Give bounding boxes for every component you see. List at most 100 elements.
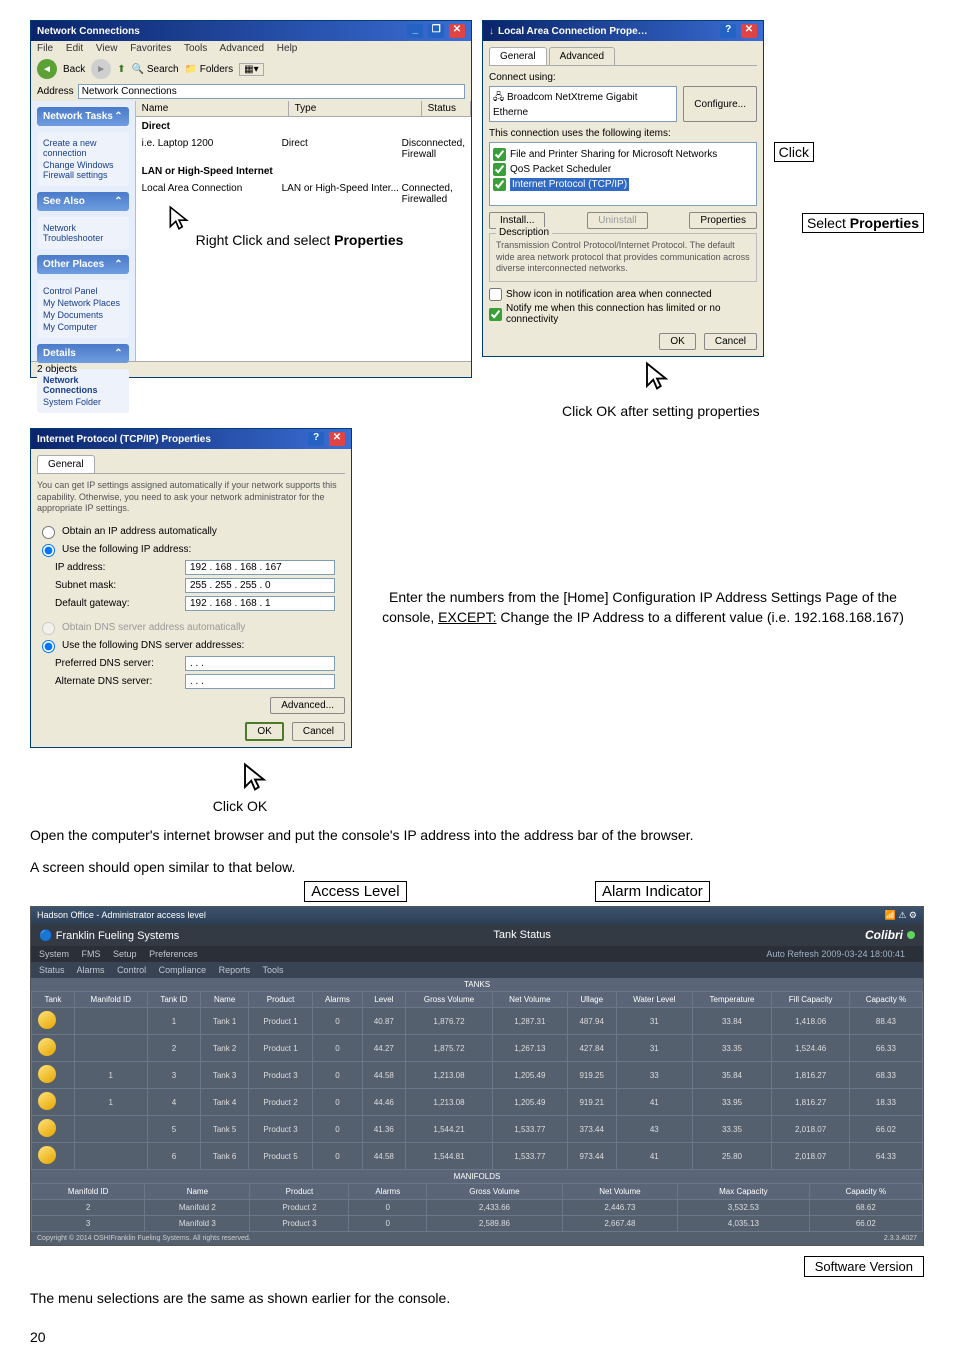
- tcpip-titlebar[interactable]: Internet Protocol (TCP/IP) Properties ? …: [31, 429, 351, 449]
- tab-general[interactable]: General: [489, 47, 547, 65]
- forward-button[interactable]: ►: [91, 59, 111, 79]
- menu-fms[interactable]: FMS: [82, 949, 101, 959]
- table-row[interactable]: 14Tank 4Product 2044.461,213.081,205.499…: [32, 1089, 923, 1116]
- sidebar-item-mycomp[interactable]: My Computer: [43, 322, 123, 332]
- table-row[interactable]: 6Tank 6Product 5044.581,544.811,533.7797…: [32, 1143, 923, 1170]
- menu-favorites[interactable]: Favorites: [130, 43, 171, 54]
- col-header[interactable]: Name: [145, 1184, 250, 1200]
- col-header[interactable]: Alarms: [312, 992, 362, 1008]
- sidebar-item-cp[interactable]: Control Panel: [43, 286, 123, 296]
- table-row[interactable]: 3Manifold 3Product 302,589.862,667.484,0…: [32, 1216, 923, 1232]
- submenu-status[interactable]: Status: [39, 965, 65, 975]
- sidebar-item-create[interactable]: Create a new connection: [43, 138, 123, 158]
- submenu-reports[interactable]: Reports: [219, 965, 251, 975]
- col-header[interactable]: Gross Volume: [427, 1184, 563, 1200]
- chk-item1[interactable]: [493, 148, 506, 161]
- menubar[interactable]: File Edit View Favorites Tools Advanced …: [31, 41, 471, 56]
- details-panel[interactable]: Details⌃: [37, 344, 129, 363]
- configure-button[interactable]: Configure...: [683, 86, 757, 122]
- views-button[interactable]: ▦▾: [239, 63, 263, 76]
- submenu-compliance[interactable]: Compliance: [159, 965, 207, 975]
- radio-auto-ip[interactable]: [42, 526, 55, 539]
- col-type[interactable]: Type: [289, 101, 422, 116]
- table-row[interactable]: 2Tank 2Product 1044.271,875.721,267.1342…: [32, 1035, 923, 1062]
- menu-help[interactable]: Help: [277, 43, 298, 54]
- col-header[interactable]: Manifold ID: [74, 992, 147, 1008]
- col-header[interactable]: Tank ID: [147, 992, 200, 1008]
- subnet-mask-input[interactable]: 255 . 255 . 255 . 0: [185, 578, 335, 593]
- sub-menu[interactable]: Status Alarms Control Compliance Reports…: [31, 962, 923, 978]
- ok-button[interactable]: OK: [659, 333, 695, 350]
- connection-row-laptop[interactable]: i.e. Laptop 1200 Direct Disconnected, Fi…: [136, 136, 471, 162]
- props-titlebar[interactable]: ↓Local Area Connection Prope… ? ✕: [483, 21, 763, 41]
- help-icon[interactable]: ?: [720, 24, 736, 38]
- menu-advanced[interactable]: Advanced: [220, 43, 264, 54]
- chk-item2[interactable]: [493, 163, 506, 176]
- submenu-alarms[interactable]: Alarms: [77, 965, 105, 975]
- table-row[interactable]: 5Tank 5Product 3041.361,544.211,533.7737…: [32, 1116, 923, 1143]
- chk-showicon[interactable]: [489, 288, 502, 301]
- table-row[interactable]: 2Manifold 2Product 202,433.662,446.733,5…: [32, 1200, 923, 1216]
- sidebar-item-mydocs[interactable]: My Documents: [43, 310, 123, 320]
- adns-input[interactable]: . . .: [185, 674, 335, 689]
- close-icon[interactable]: ✕: [741, 24, 757, 38]
- col-header[interactable]: Fill Capacity: [772, 992, 850, 1008]
- close-icon[interactable]: ✕: [329, 432, 345, 446]
- col-header[interactable]: Net Volume: [562, 1184, 677, 1200]
- tab-advanced[interactable]: Advanced: [549, 47, 615, 65]
- radio-manual-dns[interactable]: [42, 640, 55, 653]
- table-row[interactable]: 1Tank 1Product 1040.871,876.721,287.3148…: [32, 1008, 923, 1035]
- col-header[interactable]: Water Level: [616, 992, 692, 1008]
- back-button[interactable]: ◄: [37, 59, 57, 79]
- menu-tools[interactable]: Tools: [184, 43, 207, 54]
- folders-button[interactable]: Folders: [200, 64, 233, 75]
- top-menu[interactable]: System FMS Setup Preferences Auto Refres…: [31, 946, 923, 962]
- col-header[interactable]: Max Capacity: [678, 1184, 810, 1200]
- chk-item3[interactable]: [493, 178, 506, 191]
- col-header[interactable]: Capacity %: [809, 1184, 922, 1200]
- radio-manual-ip[interactable]: [42, 544, 55, 557]
- col-header[interactable]: Product: [249, 992, 313, 1008]
- close-icon[interactable]: ✕: [449, 24, 465, 38]
- menu-file[interactable]: File: [37, 43, 53, 54]
- sidebar-item-firewall[interactable]: Change Windows Firewall settings: [43, 160, 123, 180]
- col-header[interactable]: Tank: [32, 992, 75, 1008]
- col-status[interactable]: Status: [422, 101, 471, 116]
- menu-edit[interactable]: Edit: [66, 43, 83, 54]
- col-header[interactable]: Net Volume: [493, 992, 567, 1008]
- menu-system[interactable]: System: [39, 949, 69, 959]
- advanced-button[interactable]: Advanced...: [270, 697, 345, 714]
- menu-preferences[interactable]: Preferences: [149, 949, 198, 959]
- table-row[interactable]: 13Tank 3Product 3044.581,213.081,205.499…: [32, 1062, 923, 1089]
- cancel-button[interactable]: Cancel: [704, 333, 757, 350]
- tab-general[interactable]: General: [37, 455, 95, 473]
- cancel-button[interactable]: Cancel: [292, 722, 345, 741]
- up-icon[interactable]: ⬆: [117, 64, 125, 75]
- other-places-panel[interactable]: Other Places⌃: [37, 255, 129, 274]
- address-input[interactable]: [78, 84, 465, 99]
- menu-setup[interactable]: Setup: [113, 949, 137, 959]
- network-tasks-panel[interactable]: Network Tasks⌃: [37, 107, 129, 126]
- menu-view[interactable]: View: [96, 43, 118, 54]
- col-header[interactable]: Capacity %: [849, 992, 922, 1008]
- ip-address-input[interactable]: 192 . 168 . 168 . 167: [185, 560, 335, 575]
- ok-button[interactable]: OK: [245, 722, 283, 741]
- col-header[interactable]: Ullage: [567, 992, 616, 1008]
- nc-titlebar[interactable]: Network Connections _ ❐ ✕: [31, 21, 471, 41]
- col-header[interactable]: Level: [362, 992, 405, 1008]
- see-also-panel[interactable]: See Also⌃: [37, 192, 129, 211]
- col-header[interactable]: Product: [250, 1184, 349, 1200]
- sidebar-item-troubleshooter[interactable]: Network Troubleshooter: [43, 223, 123, 243]
- help-icon[interactable]: ?: [308, 432, 324, 446]
- col-name[interactable]: Name: [136, 101, 289, 116]
- properties-button[interactable]: Properties: [689, 212, 757, 229]
- sidebar-item-mnp[interactable]: My Network Places: [43, 298, 123, 308]
- gateway-input[interactable]: 192 . 168 . 168 . 1: [185, 596, 335, 611]
- minimize-icon[interactable]: _: [407, 24, 423, 38]
- col-header[interactable]: Name: [201, 992, 249, 1008]
- pdns-input[interactable]: . . .: [185, 656, 335, 671]
- col-header[interactable]: Manifold ID: [32, 1184, 145, 1200]
- col-header[interactable]: Temperature: [692, 992, 772, 1008]
- search-button[interactable]: Search: [147, 64, 179, 75]
- submenu-control[interactable]: Control: [117, 965, 146, 975]
